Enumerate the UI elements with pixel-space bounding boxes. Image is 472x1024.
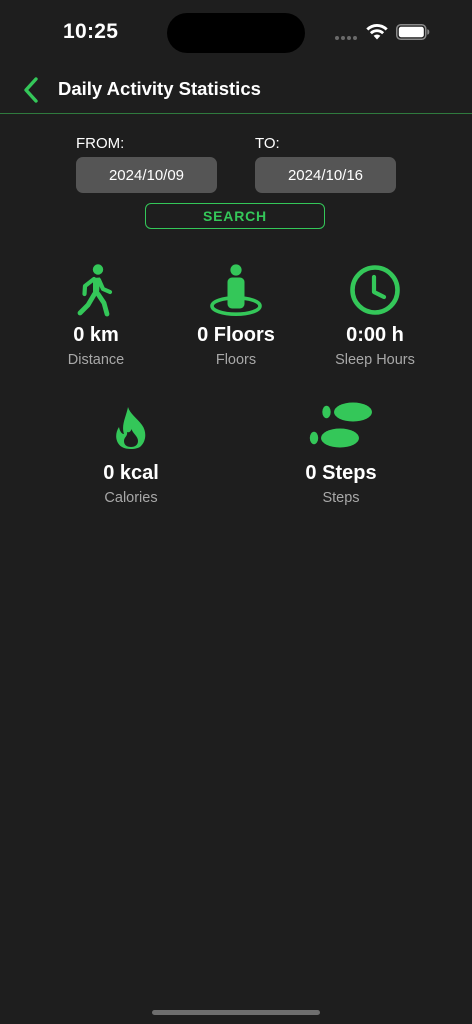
walking-person-icon <box>77 264 113 317</box>
floors-label: Floors <box>215 352 257 368</box>
steps-value: 0 Steps <box>305 462 377 484</box>
calories-value: 0 kcal <box>103 462 159 484</box>
cellular-signal-icon <box>335 36 357 40</box>
status-bar: 10:25 <box>0 0 472 60</box>
sleep-hours-label: Sleep Hours <box>335 352 415 368</box>
distance-label: Distance <box>67 352 125 368</box>
chevron-left-icon <box>24 77 38 103</box>
steps-label: Steps <box>322 490 360 506</box>
clock-icon <box>350 265 400 315</box>
status-time: 10:25 <box>63 20 119 43</box>
stat-calories: 0 kcal Calories <box>56 400 206 506</box>
sleep-hours-value: 0:00 h <box>346 324 404 346</box>
from-label: FROM: <box>76 135 125 152</box>
floors-value: 0 Floors <box>197 324 275 346</box>
page-title: Daily Activity Statistics <box>58 78 261 99</box>
battery-icon <box>396 24 430 40</box>
to-date-field[interactable]: 2024/10/16 <box>255 157 396 193</box>
stat-distance: 0 km Distance <box>21 262 171 368</box>
search-button[interactable]: SEARCH <box>145 203 325 229</box>
footprints-icon <box>309 402 372 448</box>
distance-value: 0 km <box>73 324 119 346</box>
stat-sleep-hours: 0:00 h Sleep Hours <box>300 262 450 368</box>
calories-label: Calories <box>104 490 158 506</box>
navigation-bar: Daily Activity Statistics <box>0 66 472 114</box>
home-indicator[interactable] <box>152 1010 320 1015</box>
stat-steps: 0 Steps Steps <box>266 400 416 506</box>
wifi-icon <box>366 23 388 40</box>
from-date-field[interactable]: 2024/10/09 <box>76 157 217 193</box>
to-label: TO: <box>255 135 280 152</box>
back-button[interactable] <box>14 74 48 106</box>
person-on-floor-icon <box>210 264 262 316</box>
dynamic-island <box>167 13 305 53</box>
flame-icon <box>116 407 146 449</box>
stat-floors: 0 Floors Floors <box>161 262 311 368</box>
